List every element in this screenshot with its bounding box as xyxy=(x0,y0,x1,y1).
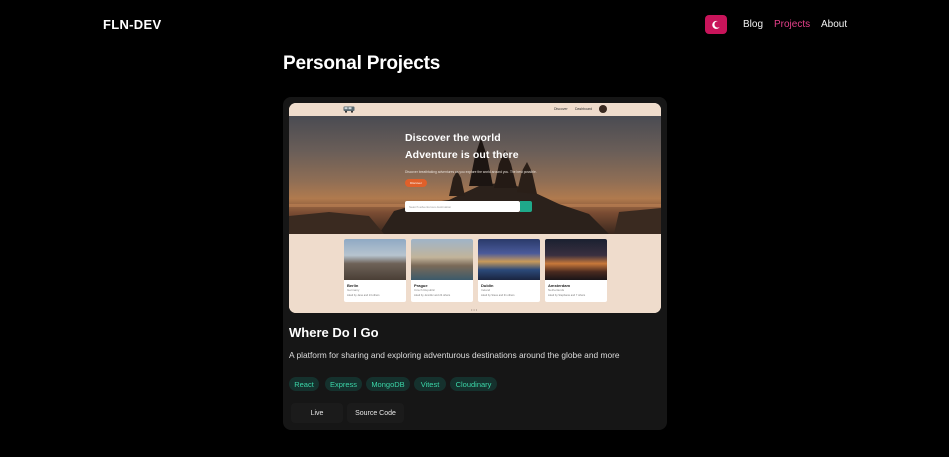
city-country: Czech Republic xyxy=(414,288,436,292)
tag-cloudinary: Cloudinary xyxy=(450,377,497,391)
project-screenshot[interactable]: Discover Dashboard Discover the world Ad… xyxy=(289,103,661,313)
city-country: Netherlands xyxy=(548,288,565,292)
moon-icon xyxy=(712,20,720,29)
preview-nav-discover: Discover xyxy=(554,107,568,111)
project-card: Discover Dashboard Discover the world Ad… xyxy=(283,97,667,430)
preview-search-icon xyxy=(520,201,532,212)
preview-navbar: Discover Dashboard xyxy=(289,103,661,116)
preview-hero: Discover the world Adventure is out ther… xyxy=(289,116,661,234)
brand-logo[interactable]: FLN-DEV xyxy=(103,17,161,32)
city-card-prague: Prague Czech Republic Liked by Jennifer … xyxy=(411,239,473,302)
city-image xyxy=(411,239,473,280)
nav-about[interactable]: About xyxy=(821,19,847,30)
preview-discover-button: Discover xyxy=(405,179,427,187)
project-description: A platform for sharing and exploring adv… xyxy=(289,350,620,360)
tag-mongodb: MongoDB xyxy=(366,377,410,391)
preview-hero-subtitle: Discover breathtaking adventures as you … xyxy=(405,170,537,174)
preview-city-cards: Berlin Germany Liked by Jane and 13 othe… xyxy=(289,234,661,313)
city-likes: Liked by Jane and 13 others xyxy=(347,294,380,297)
city-image xyxy=(545,239,607,280)
city-image xyxy=(344,239,406,280)
city-country: Ireland xyxy=(481,288,491,292)
tag-express: Express xyxy=(325,377,362,391)
city-likes: Liked by Jennifer and 24 others xyxy=(414,294,451,297)
tag-react: React xyxy=(289,377,319,391)
tag-vitest: Vitest xyxy=(414,377,446,391)
city-card-berlin: Berlin Germany Liked by Jane and 13 othe… xyxy=(344,239,406,302)
nav-projects[interactable]: Projects xyxy=(774,19,810,30)
source-code-button[interactable]: Source Code xyxy=(347,403,404,423)
van-logo-icon xyxy=(343,106,355,113)
project-title: Where Do I Go xyxy=(289,325,379,340)
page-title: Personal Projects xyxy=(283,53,441,74)
preview-nav-dashboard: Dashboard xyxy=(575,107,593,111)
city-country: Germany xyxy=(347,288,360,292)
live-button[interactable]: Live xyxy=(291,403,343,423)
theme-toggle-button[interactable] xyxy=(705,15,727,34)
preview-avatar xyxy=(599,105,607,113)
city-card-amsterdam: Amsterdam Netherlands Liked by Stephanie… xyxy=(545,239,607,302)
city-image xyxy=(478,239,540,280)
preview-search-input: Search adventurous destination xyxy=(405,201,520,212)
nav-blog[interactable]: Blog xyxy=(743,19,763,30)
city-likes: Liked by Steve and 31 others xyxy=(481,294,515,297)
city-likes: Liked by Stephanie and 7 others xyxy=(548,294,586,297)
preview-hero-title-2: Adventure is out there xyxy=(405,149,519,161)
city-card-dublin: Dublin Ireland Liked by Steve and 31 oth… xyxy=(478,239,540,302)
preview-hero-title: Discover the world xyxy=(405,132,501,144)
carousel-dots: ••• xyxy=(471,307,479,312)
